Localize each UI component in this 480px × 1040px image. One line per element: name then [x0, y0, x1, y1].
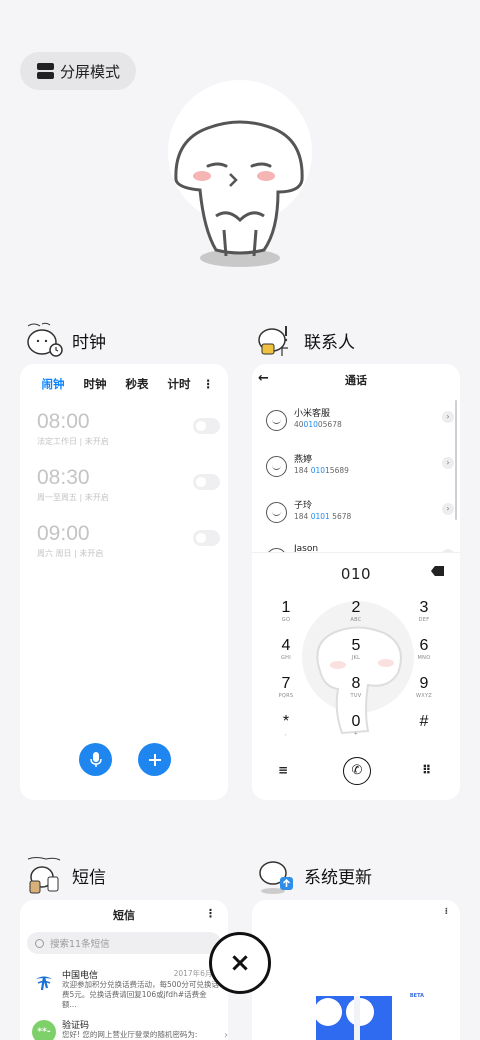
- contacts-header: ← 通话: [252, 364, 460, 396]
- contact-detail-arrow-icon[interactable]: ›: [442, 503, 454, 515]
- phone-icon: ✆: [351, 763, 363, 778]
- alarm-time: 09:00: [37, 522, 90, 545]
- dialpad: 010 1 GO 2 ABC 3 DEF 4 GHI 5 JKL 6 MNO 7 PQRS 8…: [252, 552, 460, 800]
- contact-detail-arrow-icon[interactable]: ›: [442, 411, 454, 423]
- update-app-icon: [256, 855, 296, 895]
- contact-row[interactable]: 子玲 184 0101 5678 ›: [262, 498, 454, 538]
- search-icon: [35, 938, 44, 948]
- avatar: [266, 456, 287, 477]
- sms-app-header[interactable]: 短信: [24, 855, 106, 895]
- contacts-app-icon: [256, 320, 296, 360]
- tab-stopwatch[interactable]: 秒表: [126, 376, 149, 392]
- contacts-header-title: 通话: [345, 374, 367, 387]
- alarm-toggle[interactable]: [193, 530, 220, 546]
- alarm-toggle[interactable]: [193, 418, 220, 434]
- tab-alarm[interactable]: 闹钟: [42, 376, 65, 392]
- contact-row[interactable]: 小米客服 4001005678 ›: [262, 406, 454, 446]
- clock-app-preview[interactable]: 闹钟 时钟 秒表 计时 ⋮ 08:00 法定工作日 | 未开启 08:30 周一…: [20, 364, 228, 800]
- close-icon: ×: [229, 948, 251, 978]
- clock-app-title: 时钟: [72, 332, 106, 353]
- dial-key-0[interactable]: 0 +: [336, 713, 376, 737]
- sms-thread-row[interactable]: 中国电信 2017年6月30 欢迎参加积分兑换话费活动，每500分可兑换话费5元…: [32, 968, 228, 1009]
- sms-header: 短信 ⋮: [20, 900, 228, 930]
- add-alarm-button[interactable]: [138, 743, 171, 776]
- alarm-description: 周一至周五 | 未开启: [37, 493, 109, 502]
- contact-number: 4001005678: [294, 420, 342, 429]
- tab-timer[interactable]: 计时: [168, 376, 191, 392]
- sms-thread-row[interactable]: **- 验证码 您好! 您的网上营业厅登录的随机密码为: ›: [32, 1018, 228, 1040]
- split-screen-label: 分屏模式: [60, 62, 121, 81]
- sms-search-placeholder: 搜索11条短信: [50, 939, 110, 950]
- voice-alarm-button[interactable]: [79, 743, 112, 776]
- dial-key-7[interactable]: 7 PQRS: [266, 675, 306, 699]
- china-telecom-logo: [32, 970, 56, 994]
- alarm-toggle[interactable]: [193, 474, 220, 490]
- dial-key-3[interactable]: 3 DEF: [404, 599, 444, 623]
- verification-code-icon: **-: [32, 1020, 56, 1040]
- scrollbar[interactable]: [455, 400, 457, 520]
- more-options-icon[interactable]: ⋮: [203, 377, 215, 391]
- more-options-icon[interactable]: ⁝: [445, 907, 448, 917]
- microphone-icon: [89, 751, 102, 767]
- miui-logo-graphic: [298, 996, 410, 1040]
- alarm-description: 法定工作日 | 未开启: [37, 437, 109, 446]
- update-app-title: 系统更新: [304, 867, 372, 888]
- contacts-app-preview[interactable]: ← 通话 小米客服 4001005678 › 燕婷 184 01015689 ›…: [252, 364, 460, 800]
- dial-key-4[interactable]: 4 GHI: [266, 637, 306, 661]
- dial-key-6[interactable]: 6 MNO: [404, 637, 444, 661]
- tab-clock[interactable]: 时钟: [84, 376, 107, 392]
- dial-key-2[interactable]: 2 ABC: [336, 599, 376, 623]
- plus-icon: [148, 753, 161, 766]
- alarm-time: 08:00: [37, 410, 90, 433]
- more-options-icon[interactable]: ⋮: [205, 907, 216, 920]
- update-app-header[interactable]: 系统更新: [256, 855, 372, 895]
- contact-name: 子玲: [294, 501, 313, 511]
- dial-key-5[interactable]: 5 JKL: [336, 637, 376, 661]
- clock-tab-bar: 闹钟 时钟 秒表 计时 ⋮: [20, 364, 228, 394]
- close-recents-button[interactable]: ×: [209, 932, 271, 994]
- alarm-description: 周六 周日 | 未开启: [37, 549, 104, 558]
- clock-app-icon: [24, 320, 64, 360]
- alarm-time: 08:30: [37, 466, 90, 489]
- sms-preview-text: 欢迎参加积分兑换话费活动，每500分可兑换话费5元。兑换话费请回复106或jfd…: [62, 980, 219, 1009]
- menu-icon[interactable]: ≡: [278, 763, 288, 777]
- contacts-app-title: 联系人: [304, 332, 355, 353]
- sms-preview-text: 您好! 您的网上营业厅登录的随机密码为:: [62, 1030, 198, 1039]
- dial-key-hash[interactable]: #: [404, 713, 444, 731]
- sms-app-preview[interactable]: 短信 ⋮ 搜索11条短信 中国电信 2017年6月30 欢迎参加积分兑换话费活动…: [20, 900, 228, 1040]
- sms-app-title: 短信: [72, 867, 106, 888]
- split-screen-button[interactable]: 分屏模式: [20, 52, 136, 90]
- chevron-right-icon: ›: [224, 1030, 228, 1040]
- mascot-illustration: [168, 80, 312, 267]
- contact-name: 小米客服: [294, 409, 331, 419]
- clock-app-header[interactable]: 时钟: [24, 320, 106, 360]
- dial-key-9[interactable]: 9 WXYZ: [404, 675, 444, 699]
- alarm-item[interactable]: 09:00 周六 周日 | 未开启: [37, 522, 220, 559]
- split-screen-icon: [37, 63, 54, 79]
- back-arrow-icon[interactable]: ←: [258, 371, 269, 386]
- contact-number: 184 0101 5678: [294, 512, 352, 521]
- contact-detail-arrow-icon[interactable]: ›: [442, 457, 454, 469]
- beta-label: BETA: [409, 993, 424, 999]
- dialpad-toggle-icon[interactable]: ⠿: [422, 763, 431, 777]
- call-button[interactable]: ✆: [343, 757, 371, 785]
- contact-row[interactable]: 燕婷 184 01015689 ›: [262, 452, 454, 492]
- avatar: [266, 502, 287, 523]
- alarm-item[interactable]: 08:30 周一至周五 | 未开启: [37, 466, 220, 503]
- dial-key-8[interactable]: 8 TUV: [336, 675, 376, 699]
- contact-number: 184 01015689: [294, 466, 349, 475]
- alarm-item[interactable]: 08:00 法定工作日 | 未开启: [37, 410, 220, 447]
- sms-header-title: 短信: [113, 909, 135, 922]
- sms-search-input[interactable]: 搜索11条短信: [27, 932, 221, 954]
- update-app-preview[interactable]: ⁝ BETA: [252, 900, 460, 1040]
- dial-key-star[interactable]: *,: [266, 713, 306, 737]
- contact-name: 燕婷: [294, 455, 313, 465]
- dial-key-1[interactable]: 1 GO: [266, 599, 306, 623]
- sms-app-icon: [24, 855, 64, 895]
- avatar: [266, 410, 287, 431]
- dialed-number: 010: [340, 565, 372, 583]
- contacts-app-header[interactable]: 联系人: [256, 320, 355, 360]
